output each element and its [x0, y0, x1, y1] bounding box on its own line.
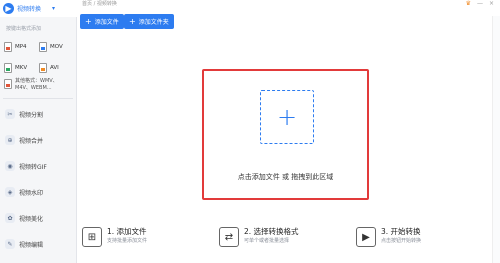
- sidebar-item-beautify[interactable]: ✿ 视频美化: [0, 205, 77, 231]
- step-title: 2. 选择转换格式: [244, 227, 299, 236]
- sidebar-item-watermark[interactable]: ◈ 视频水印: [0, 179, 77, 205]
- step-desc: 点击按钮开始转换: [381, 238, 422, 244]
- steps-guide: ⊞ 1. 添加文件 支持批量添加文件 ⇄ 2. 选择转换格式 可单个或者批量选择…: [80, 227, 492, 257]
- close-icon[interactable]: ×: [489, 0, 494, 8]
- format-mkv[interactable]: MKV: [4, 62, 39, 73]
- plus-icon: +: [85, 16, 92, 26]
- sidebar-nav: ✂ 视频分割 ⊕ 视频合并 ◉ 视频转GIF ◈ 视频水印 ✿ 视频美化 ✎ 视…: [0, 101, 77, 257]
- step-title: 3. 开始转换: [381, 227, 421, 236]
- chevron-down-icon: ▾: [52, 5, 56, 12]
- sidebar-item-label: 视频转GIF: [19, 163, 47, 171]
- sidebar-item-label: 视频分割: [19, 111, 44, 119]
- convert-format-icon: ⇄: [219, 227, 239, 247]
- drop-zone-text: 点击添加文件 或 拖拽到此区域: [237, 173, 334, 181]
- file-other-icon: [4, 79, 12, 89]
- file-mov-icon: [39, 41, 47, 52]
- format-other[interactable]: 其他格式：WMV、M4V、WEBM...: [4, 78, 76, 92]
- file-mkv-icon: [4, 62, 12, 73]
- sidebar-title: 视频转换: [17, 6, 42, 13]
- sidebar-header[interactable]: ▶ 视频转换 ▾: [0, 0, 77, 17]
- format-grid: MP4 MOV MKV AVI: [4, 36, 74, 78]
- sidebar-item-merge[interactable]: ⊕ 视频合并: [0, 127, 77, 153]
- sidebar-hint: 按键出格式添加: [6, 26, 42, 32]
- add-file-label: 添加文件: [94, 19, 119, 26]
- step-desc: 可单个或者批量选择: [244, 238, 290, 244]
- edit-icon: ✎: [5, 239, 15, 249]
- sidebar-item-edit[interactable]: ✎ 视频编辑: [0, 231, 77, 257]
- step-title: 1. 添加文件: [107, 227, 147, 236]
- format-label: AVI: [50, 64, 59, 71]
- format-avi[interactable]: AVI: [39, 62, 74, 73]
- sidebar-item-label: 视频合并: [19, 137, 44, 145]
- format-label: MKV: [15, 64, 28, 71]
- sidebar-item-label: 视频美化: [19, 215, 44, 223]
- sidebar-item-gif[interactable]: ◉ 视频转GIF: [0, 153, 77, 179]
- plus-icon: +: [129, 16, 136, 26]
- breadcrumb: 首页 / 视频转换: [82, 1, 117, 7]
- sidebar-divider: [3, 98, 73, 99]
- right-edge-panel: [492, 16, 500, 263]
- sidebar-item-label: 视频水印: [19, 189, 44, 197]
- top-right-controls: ♛ — ×: [466, 0, 494, 8]
- step-desc: 支持批量添加文件: [107, 238, 148, 244]
- app-window: ▶ 视频转换 ▾ 按键出格式添加 MP4 MOV MKV AVI 其他格式：WM…: [0, 0, 500, 263]
- format-mov[interactable]: MOV: [39, 41, 74, 52]
- file-mp4-icon: [4, 41, 12, 52]
- drop-zone[interactable]: + 点击添加文件 或 拖拽到此区域: [202, 69, 369, 200]
- scissors-icon: ✂: [5, 109, 15, 119]
- format-label: MP4: [15, 43, 27, 50]
- add-folder-label: 添加文件夹: [138, 19, 169, 26]
- vip-icon[interactable]: ♛: [466, 0, 471, 8]
- beautify-icon: ✿: [5, 213, 15, 223]
- minimize-icon[interactable]: —: [477, 0, 483, 8]
- format-label: MOV: [50, 43, 63, 50]
- plus-icon: +: [276, 103, 298, 131]
- sidebar-item-label: 视频编辑: [19, 241, 44, 249]
- step-start-convert: ▶ 3. 开始转换 点击按钮开始转换: [354, 227, 491, 257]
- sidebar: ▶ 视频转换 ▾ 按键出格式添加 MP4 MOV MKV AVI 其他格式：WM…: [0, 0, 77, 263]
- gif-icon: ◉: [5, 161, 15, 171]
- merge-icon: ⊕: [5, 135, 15, 145]
- add-folder-button[interactable]: + 添加文件夹: [124, 14, 174, 29]
- video-convert-icon: ▶: [3, 3, 14, 14]
- add-file-button[interactable]: + 添加文件: [80, 14, 124, 29]
- play-video-icon: ▶: [356, 227, 376, 247]
- step-add-file: ⊞ 1. 添加文件 支持批量添加文件: [80, 227, 217, 257]
- file-avi-icon: [39, 62, 47, 73]
- step-select-format: ⇄ 2. 选择转换格式 可单个或者批量选择: [217, 227, 354, 257]
- sidebar-item-split[interactable]: ✂ 视频分割: [0, 101, 77, 127]
- add-file-icon: ⊞: [82, 227, 102, 247]
- other-formats-label: 其他格式：WMV、M4V、WEBM...: [15, 78, 58, 91]
- add-file-target[interactable]: +: [260, 90, 314, 144]
- format-mp4[interactable]: MP4: [4, 41, 39, 52]
- watermark-icon: ◈: [5, 187, 15, 197]
